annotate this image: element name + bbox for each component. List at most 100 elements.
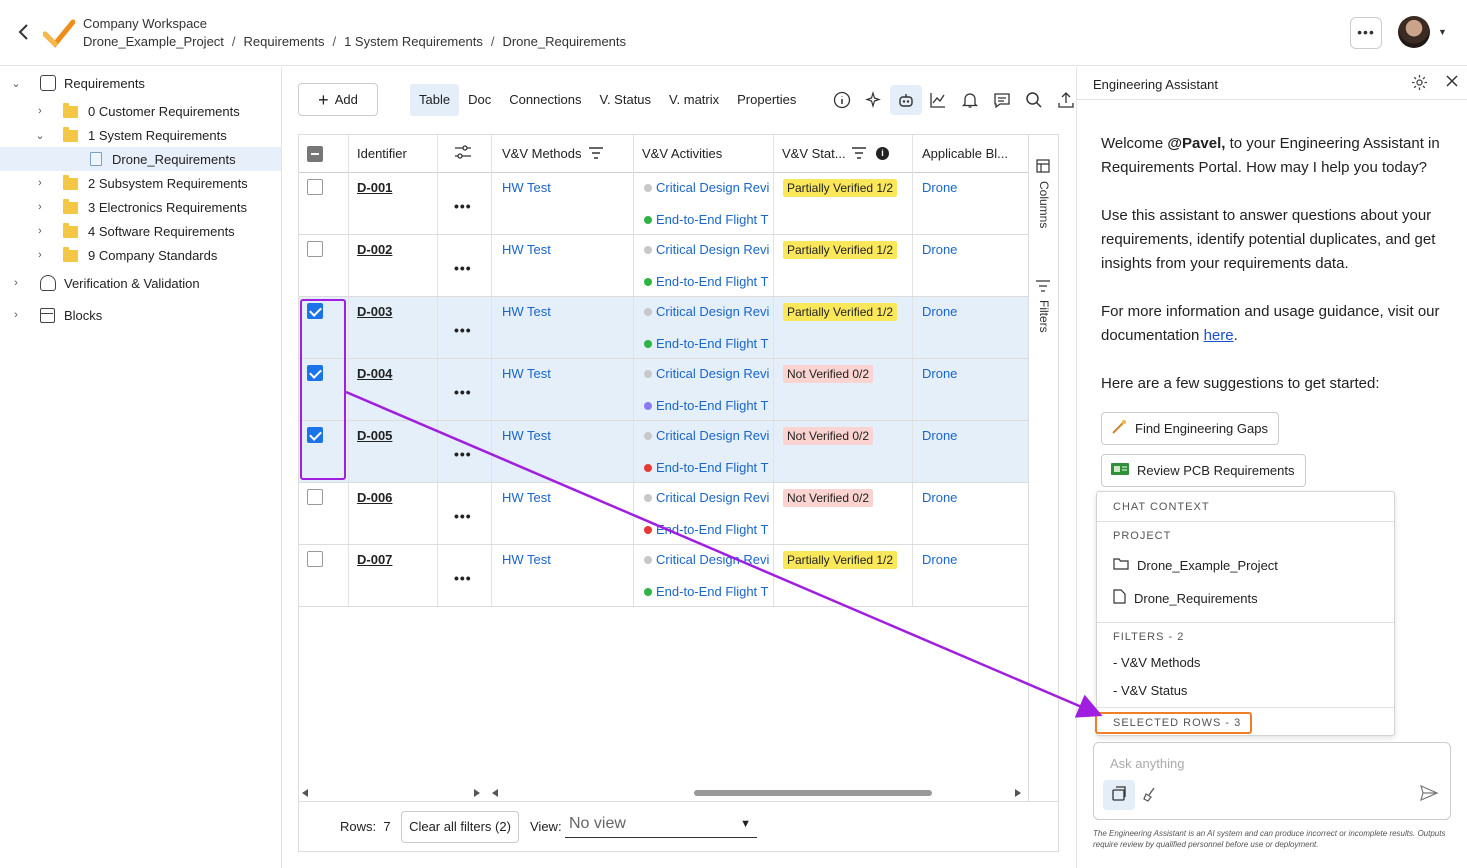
- row-checkbox[interactable]: [307, 241, 323, 257]
- vv-method-link[interactable]: HW Test: [502, 242, 551, 257]
- table-row[interactable]: D-002 ••• HW Test Critical Design Revi E…: [299, 235, 1028, 297]
- tree-item-electronics-requirements[interactable]: › 3 Electronics Requirements: [0, 195, 281, 219]
- tree-item-requirements[interactable]: ⌄ Requirements: [0, 71, 281, 95]
- context-button[interactable]: [1103, 780, 1135, 810]
- requirement-id-link[interactable]: D-006: [357, 490, 392, 505]
- vv-method-link[interactable]: HW Test: [502, 490, 551, 505]
- block-link[interactable]: Drone: [922, 490, 957, 505]
- block-link[interactable]: Drone: [922, 180, 957, 195]
- requirement-id-link[interactable]: D-004: [357, 366, 392, 381]
- vv-activity-link[interactable]: Critical Design Revi: [644, 304, 769, 319]
- row-actions-button[interactable]: •••: [454, 508, 472, 524]
- vv-activity-link[interactable]: End-to-End Flight T: [644, 522, 769, 537]
- review-pcb-requirements-button[interactable]: Review PCB Requirements: [1101, 454, 1306, 487]
- tree-item-blocks[interactable]: › Blocks: [0, 303, 281, 327]
- chart-icon[interactable]: [922, 85, 954, 115]
- chat-input-box[interactable]: Ask anything: [1093, 742, 1451, 820]
- tab-doc[interactable]: Doc: [459, 84, 500, 116]
- requirement-id-link[interactable]: D-002: [357, 242, 392, 257]
- table-row[interactable]: D-006 ••• HW Test Critical Design Revi E…: [299, 483, 1028, 545]
- table-row[interactable]: D-004 ••• HW Test Critical Design Revi E…: [299, 359, 1028, 421]
- vv-activity-link[interactable]: Critical Design Revi: [644, 180, 769, 195]
- breadcrumb-requirements[interactable]: Requirements: [244, 34, 325, 49]
- tree-item-software-requirements[interactable]: › 4 Software Requirements: [0, 219, 281, 243]
- table-row[interactable]: D-005 ••• HW Test Critical Design Revi E…: [299, 421, 1028, 483]
- back-arrow-icon[interactable]: [14, 22, 34, 42]
- sparkle-icon[interactable]: [858, 85, 890, 115]
- vv-activity-link[interactable]: Critical Design Revi: [644, 428, 769, 443]
- tree-item-drone-requirements[interactable]: Drone_Requirements: [0, 147, 281, 171]
- breadcrumb-document[interactable]: Drone_Requirements: [502, 34, 626, 49]
- tree-item-verification-validation[interactable]: › Verification & Validation: [0, 271, 281, 295]
- find-engineering-gaps-button[interactable]: Find Engineering Gaps: [1101, 412, 1279, 445]
- tree-item-company-standards[interactable]: › 9 Company Standards: [0, 243, 281, 267]
- tree-item-customer-requirements[interactable]: › 0 Customer Requirements: [0, 99, 281, 123]
- table-row[interactable]: D-001 ••• HW Test Critical Design Revi E…: [299, 173, 1028, 235]
- chevron-down-icon[interactable]: ▼: [1438, 27, 1447, 37]
- requirement-id-link[interactable]: D-003: [357, 304, 392, 319]
- requirement-id-link[interactable]: D-007: [357, 552, 392, 567]
- chevron-right-icon[interactable]: ›: [34, 105, 46, 117]
- row-actions-button[interactable]: •••: [454, 198, 472, 214]
- clear-filters-button[interactable]: Clear all filters (2): [401, 811, 519, 843]
- row-checkbox[interactable]: [307, 551, 323, 567]
- chevron-right-icon[interactable]: ›: [34, 177, 46, 189]
- gear-icon[interactable]: [1411, 74, 1428, 96]
- vv-method-link[interactable]: HW Test: [502, 180, 551, 195]
- row-actions-button[interactable]: •••: [454, 446, 472, 462]
- vv-activity-link[interactable]: Critical Design Revi: [644, 490, 769, 505]
- vv-activity-link[interactable]: End-to-End Flight T: [644, 460, 769, 475]
- tab-table[interactable]: Table: [410, 84, 460, 116]
- vv-activity-link[interactable]: End-to-End Flight T: [644, 212, 769, 227]
- tab-v-matrix[interactable]: V. matrix: [660, 84, 728, 116]
- documentation-link[interactable]: here: [1204, 327, 1234, 344]
- block-link[interactable]: Drone: [922, 242, 957, 257]
- comment-icon[interactable]: [986, 85, 1018, 115]
- vv-activity-link[interactable]: End-to-End Flight T: [644, 398, 769, 413]
- row-actions-button[interactable]: •••: [454, 570, 472, 586]
- vv-activity-link[interactable]: Critical Design Revi: [644, 552, 769, 567]
- requirement-id-link[interactable]: D-005: [357, 428, 392, 443]
- filter-icon[interactable]: [1036, 280, 1050, 295]
- columns-toggle[interactable]: Columns: [1037, 181, 1051, 228]
- vv-activity-link[interactable]: Critical Design Revi: [644, 366, 769, 381]
- more-options-button[interactable]: •••: [1350, 17, 1382, 49]
- breadcrumb-system-requirements[interactable]: 1 System Requirements: [344, 34, 483, 49]
- chat-input[interactable]: Ask anything: [1110, 756, 1184, 771]
- close-icon[interactable]: [1445, 73, 1459, 93]
- broom-icon[interactable]: [1142, 786, 1158, 806]
- info-icon[interactable]: [826, 85, 858, 115]
- vv-method-link[interactable]: HW Test: [502, 366, 551, 381]
- vv-activity-link[interactable]: End-to-End Flight T: [644, 584, 769, 599]
- tab-properties[interactable]: Properties: [728, 84, 805, 116]
- block-link[interactable]: Drone: [922, 552, 957, 567]
- columns-icon[interactable]: [1036, 159, 1050, 176]
- block-link[interactable]: Drone: [922, 304, 957, 319]
- avatar[interactable]: [1398, 16, 1430, 48]
- tree-item-subsystem-requirements[interactable]: › 2 Subsystem Requirements: [0, 171, 281, 195]
- block-link[interactable]: Drone: [922, 366, 957, 381]
- vv-activity-link[interactable]: End-to-End Flight T: [644, 274, 769, 289]
- breadcrumb-project[interactable]: Drone_Example_Project: [83, 34, 224, 49]
- vv-activity-link[interactable]: Critical Design Revi: [644, 242, 769, 257]
- chevron-down-icon[interactable]: ⌄: [34, 129, 46, 142]
- robot-icon[interactable]: [890, 85, 922, 115]
- view-select[interactable]: No view ▼: [565, 812, 757, 838]
- chevron-down-icon[interactable]: ⌄: [10, 77, 22, 90]
- row-checkbox[interactable]: [307, 179, 323, 195]
- tab-connections[interactable]: Connections: [500, 84, 590, 116]
- send-icon[interactable]: [1420, 784, 1439, 806]
- row-actions-button[interactable]: •••: [454, 384, 472, 400]
- chevron-right-icon[interactable]: ›: [34, 225, 46, 237]
- tree-item-system-requirements[interactable]: ⌄ 1 System Requirements: [0, 123, 281, 147]
- vv-activity-link[interactable]: End-to-End Flight T: [644, 336, 769, 351]
- vv-method-link[interactable]: HW Test: [502, 304, 551, 319]
- horizontal-scrollbar[interactable]: [298, 785, 1029, 801]
- filters-toggle[interactable]: Filters: [1037, 300, 1051, 333]
- bell-icon[interactable]: [954, 85, 986, 115]
- chevron-right-icon[interactable]: ›: [10, 309, 22, 321]
- table-row[interactable]: D-003 ••• HW Test Critical Design Revi E…: [299, 297, 1028, 359]
- tab-v-status[interactable]: V. Status: [590, 84, 660, 116]
- add-button[interactable]: + Add: [298, 83, 378, 116]
- search-icon[interactable]: [1018, 85, 1050, 115]
